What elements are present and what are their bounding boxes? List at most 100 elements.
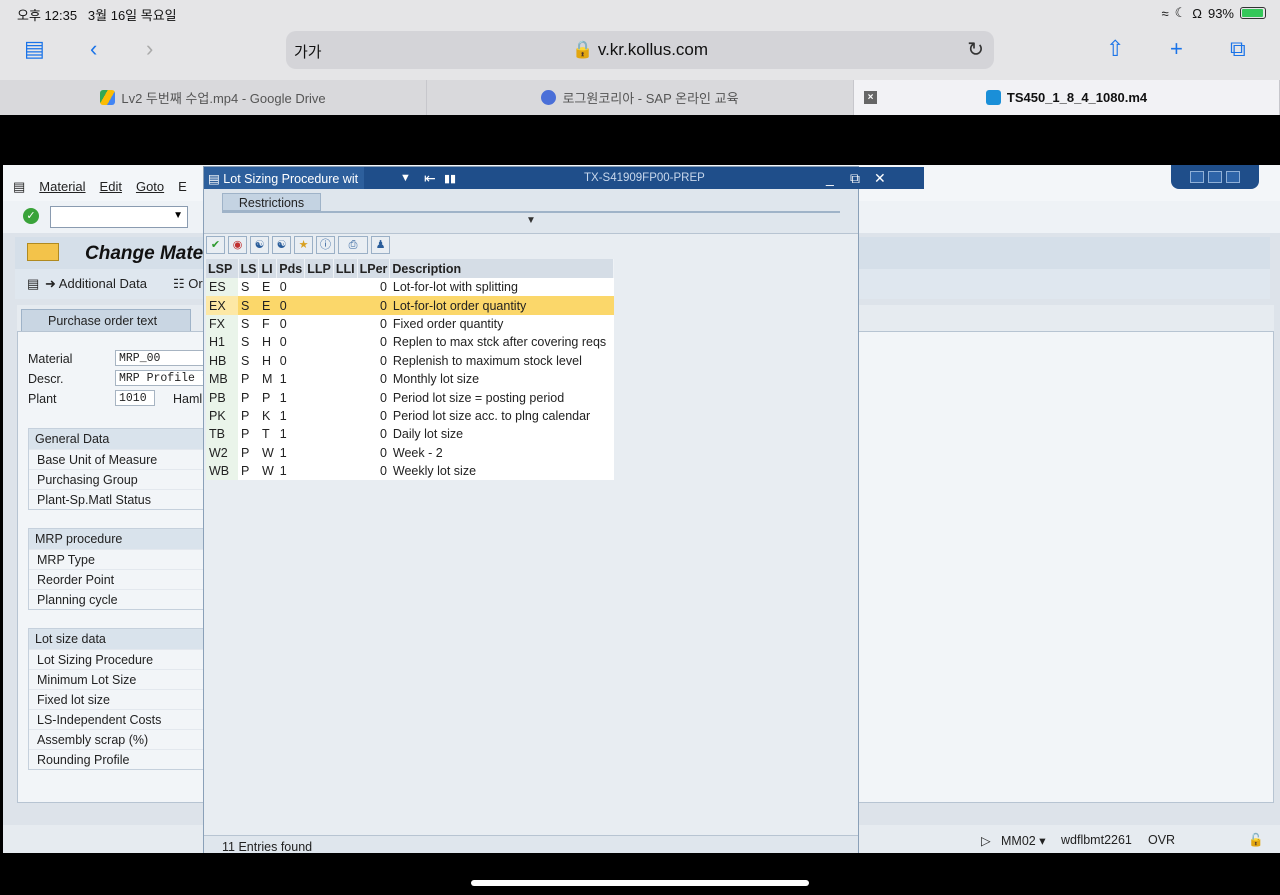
menu-material[interactable]: Material: [39, 179, 85, 195]
personalize-icon[interactable]: ♟: [371, 236, 390, 254]
cell-lper: 0: [357, 351, 390, 370]
home-indicator[interactable]: [471, 880, 809, 886]
lock-icon[interactable]: 🔓: [1248, 833, 1264, 848]
table-row[interactable]: TB P T 1 0 Daily lot size: [206, 425, 614, 444]
table-row[interactable]: FX S F 0 0 Fixed order quantity: [206, 314, 614, 334]
page-title: Change Mate: [85, 243, 204, 264]
descr-label: Descr.: [28, 372, 64, 386]
cell-desc: Replen to max stck after covering reqs: [389, 333, 614, 352]
cell-li: E: [258, 296, 277, 315]
cell-li: P: [258, 388, 277, 407]
cell-desc: Period lot size = posting period: [389, 388, 614, 407]
transaction-icon[interactable]: [27, 243, 59, 261]
tab-restrictions[interactable]: Restrictions: [222, 193, 321, 211]
new-search-icon[interactable]: ◉: [228, 236, 247, 254]
group-title: General Data: [29, 429, 217, 449]
cell-lsp: MB: [206, 369, 238, 389]
cell-pds: 1: [276, 443, 305, 462]
tab-google-drive[interactable]: Lv2 두번째 수업.mp4 - Google Drive: [0, 80, 427, 115]
print-icon[interactable]: ⎙: [338, 236, 368, 254]
favorites-icon[interactable]: ★: [294, 236, 313, 254]
cell-llp: [304, 296, 334, 315]
title-dropdown-icon[interactable]: ▼: [400, 172, 411, 184]
tab-kollus-video[interactable]: × TS450_1_8_4_1080.m4: [854, 80, 1280, 115]
enter-icon[interactable]: ✓: [23, 208, 39, 224]
table-row[interactable]: WB P W 1 0 Weekly lot size: [206, 461, 614, 481]
tab-purchase-order-text[interactable]: Purchase order text: [21, 309, 191, 331]
additional-data-button[interactable]: ➜ Additional Data: [45, 276, 147, 292]
dropdown-icon[interactable]: ▼: [173, 210, 183, 221]
back-icon[interactable]: ‹: [90, 36, 97, 62]
cell-lsp: FX: [206, 314, 238, 334]
field-label: Reorder Point: [29, 569, 217, 589]
share-icon[interactable]: ⇧: [1106, 36, 1124, 62]
command-field[interactable]: ▼: [50, 206, 188, 228]
table-row[interactable]: H1 S H 0 0 Replen to max stck after covering …: [206, 333, 614, 352]
hit-list: ✔ ◉ ☯ ☯ ★ ⓘ ⎙ ♟ LSP LS LI Pds LLP LLI LP…: [204, 233, 858, 835]
table-row[interactable]: ES S E 0 0 Lot-for-lot with splitting: [206, 278, 614, 297]
forward-icon[interactable]: ›: [146, 36, 153, 62]
cell-lsp: ES: [206, 278, 238, 297]
col-description[interactable]: Description: [389, 259, 615, 278]
address-bar[interactable]: 가가 🔒 v.kr.kollus.com ↻: [286, 31, 994, 69]
table-header: LSP LS LI Pds LLP LLI LPer Description: [206, 259, 615, 278]
col-lli[interactable]: LLI: [333, 259, 358, 278]
material-field[interactable]: MRP_00: [115, 350, 205, 366]
cell-lli: [333, 351, 358, 370]
new-tab-icon[interactable]: +: [1170, 36, 1183, 62]
restore-icon[interactable]: [1208, 171, 1222, 183]
menu-extras[interactable]: E: [178, 179, 187, 195]
cell-pds: 0: [276, 296, 305, 315]
find-next-icon[interactable]: ☯: [272, 236, 291, 254]
plant-field[interactable]: 1010: [115, 390, 155, 406]
minimize-icon[interactable]: [1190, 171, 1204, 183]
menu-edit[interactable]: Edit: [100, 179, 122, 195]
reload-icon[interactable]: ↻: [967, 37, 984, 62]
popup-title: ▤ Lot Sizing Procedure wit: [204, 167, 364, 189]
close-tab-icon[interactable]: ×: [864, 91, 877, 104]
find-icon[interactable]: ☯: [250, 236, 269, 254]
status-time: 오후 12:35 3월 16일 목요일: [17, 8, 177, 23]
tab-sap-online[interactable]: 로그원코리아 - SAP 온라인 교육: [427, 80, 854, 115]
maximize-icon[interactable]: ⧉: [850, 170, 860, 187]
lot-size-data-group: Lot size data Lot Sizing Procedure Minim…: [28, 628, 218, 770]
pin-icon[interactable]: ⇤: [424, 170, 436, 187]
info-icon[interactable]: ⓘ: [316, 236, 335, 254]
ipad-status-bar: 오후 12:35 3월 16일 목요일 ≈ ☾ Ω 93%: [0, 0, 1280, 26]
menu-goto[interactable]: Goto: [136, 179, 164, 195]
table-row[interactable]: MB P M 1 0 Monthly lot size: [206, 369, 614, 389]
close-icon[interactable]: [1226, 171, 1240, 183]
col-ls[interactable]: LS: [238, 259, 260, 278]
table-row[interactable]: HB S H 0 0 Replenish to maximum stock level: [206, 351, 614, 370]
cell-lli: [333, 333, 358, 352]
minimize-icon[interactable]: _: [826, 170, 834, 186]
table-row[interactable]: PK P K 1 0 Period lot size acc. to plng calen…: [206, 406, 614, 426]
expand-icon[interactable]: ▷: [981, 833, 991, 848]
descr-field[interactable]: MRP Profile tes: [115, 370, 205, 386]
table-row[interactable]: W2 P W 1 0 Week - 2: [206, 443, 614, 462]
cell-lper: 0: [357, 406, 390, 426]
col-pds[interactable]: Pds: [276, 259, 306, 278]
field-label: Base Unit of Measure: [29, 449, 217, 469]
select-views-icon[interactable]: ▤: [27, 276, 39, 292]
tcode-indicator[interactable]: MM02 ▾: [1001, 833, 1045, 848]
col-lper[interactable]: LPer: [357, 259, 391, 278]
table-row[interactable]: EX S E 0 0 Lot-for-lot order quantity: [206, 296, 614, 315]
cell-lsp: W2: [206, 443, 238, 462]
tabs-overview-icon[interactable]: ⧉: [1230, 36, 1246, 62]
copy-icon[interactable]: ✔: [206, 236, 225, 254]
col-lsp[interactable]: LSP: [206, 259, 239, 278]
sidebar-icon[interactable]: ▤: [24, 36, 45, 62]
close-icon[interactable]: ✕: [874, 170, 886, 187]
group-title: MRP procedure: [29, 529, 217, 549]
col-llp[interactable]: LLP: [304, 259, 334, 278]
cell-pds: 1: [276, 461, 305, 481]
cell-ls: P: [238, 443, 259, 462]
collapse-icon[interactable]: ▼: [526, 215, 536, 226]
menu-icon[interactable]: ▤: [13, 179, 25, 195]
general-data-group: General Data Base Unit of Measure Purcha…: [28, 428, 218, 510]
cell-li: W: [258, 461, 277, 481]
org-levels-button[interactable]: ☷ Or: [173, 276, 203, 292]
col-li[interactable]: LI: [258, 259, 278, 278]
table-row[interactable]: PB P P 1 0 Period lot size = posting period: [206, 388, 614, 407]
